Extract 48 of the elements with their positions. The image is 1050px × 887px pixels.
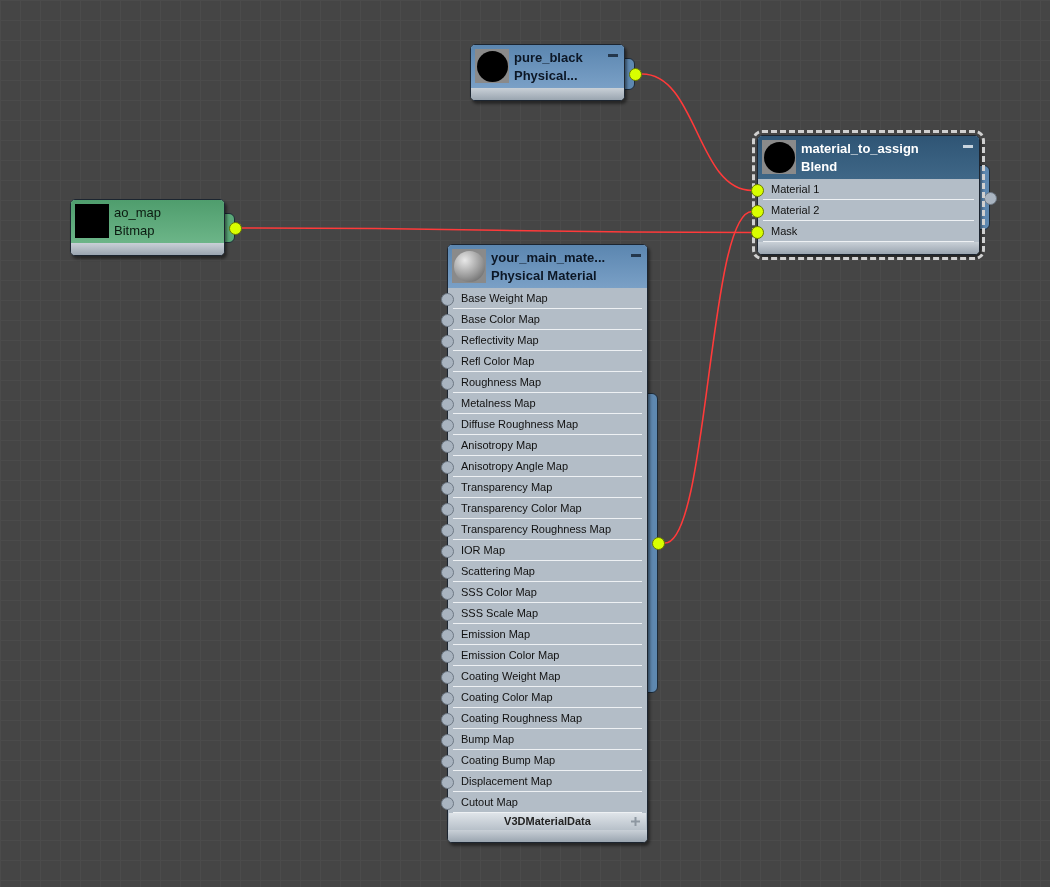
footer-label: V3DMaterialData bbox=[504, 814, 591, 830]
input-slot-label: Base Color Map bbox=[460, 311, 540, 327]
input-slot-label: Bump Map bbox=[460, 731, 515, 747]
node-type: Blend bbox=[801, 158, 839, 176]
material-swatch bbox=[762, 140, 796, 174]
node-panel[interactable]: ao_map Bitmap bbox=[70, 199, 225, 256]
node-resize-strip[interactable] bbox=[71, 243, 224, 255]
input-slot-label: Anisotropy Map bbox=[460, 437, 538, 453]
input-slot-label: Refl Color Map bbox=[460, 353, 535, 369]
input-slot-label: Material 1 bbox=[770, 181, 820, 197]
input-slot-label: SSS Scale Map bbox=[460, 605, 539, 621]
input-slot-label: Transparency Map bbox=[460, 479, 553, 495]
node-type: Physical... bbox=[514, 67, 579, 85]
node-name: material_to_assign bbox=[801, 140, 920, 158]
material-swatch bbox=[475, 49, 509, 83]
input-slot-label: SSS Color Map bbox=[460, 584, 537, 600]
input-slot-label: Transparency Color Map bbox=[460, 500, 582, 516]
input-slot-label: Base Weight Map bbox=[460, 290, 548, 306]
input-slot-label: Material 2 bbox=[770, 202, 820, 218]
node-type: Bitmap bbox=[114, 222, 156, 240]
input-slot-label: Coating Color Map bbox=[460, 689, 553, 705]
input-slot-label: Coating Roughness Map bbox=[460, 710, 583, 726]
input-slot-label: Emission Color Map bbox=[460, 647, 560, 663]
node-resize-strip[interactable] bbox=[471, 88, 624, 100]
input-slot-label: Coating Weight Map bbox=[460, 668, 561, 684]
node-name: ao_map bbox=[114, 204, 162, 222]
material-swatch bbox=[452, 249, 486, 283]
input-slot-label: Coating Bump Map bbox=[460, 752, 556, 768]
input-slot-label: Metalness Map bbox=[460, 395, 536, 411]
node-resize-strip[interactable] bbox=[758, 242, 979, 254]
node-panel[interactable] bbox=[447, 244, 648, 843]
input-slot-label: Mask bbox=[770, 223, 798, 239]
input-slot-label: IOR Map bbox=[460, 542, 505, 558]
node-name: your_main_mate... bbox=[491, 249, 607, 267]
input-slot-label: Anisotropy Angle Map bbox=[460, 458, 568, 474]
input-slot-label: Roughness Map bbox=[460, 374, 542, 390]
node-panel[interactable]: pure_black Physical... bbox=[470, 44, 625, 101]
input-slot-label: Reflectivity Map bbox=[460, 332, 539, 348]
input-slot-label: Displacement Map bbox=[460, 773, 553, 789]
node-type: Physical Material bbox=[491, 267, 598, 285]
input-slot-label: Scattering Map bbox=[460, 563, 535, 579]
bitmap-swatch bbox=[75, 204, 109, 238]
node-resize-strip[interactable] bbox=[448, 830, 647, 842]
input-slot-label: Emission Map bbox=[460, 626, 531, 642]
input-slot-label: Diffuse Roughness Map bbox=[460, 416, 579, 432]
node-name: pure_black bbox=[514, 49, 584, 67]
input-slot-label: Cutout Map bbox=[460, 794, 518, 810]
input-slot-label: Transparency Roughness Map bbox=[460, 521, 611, 537]
